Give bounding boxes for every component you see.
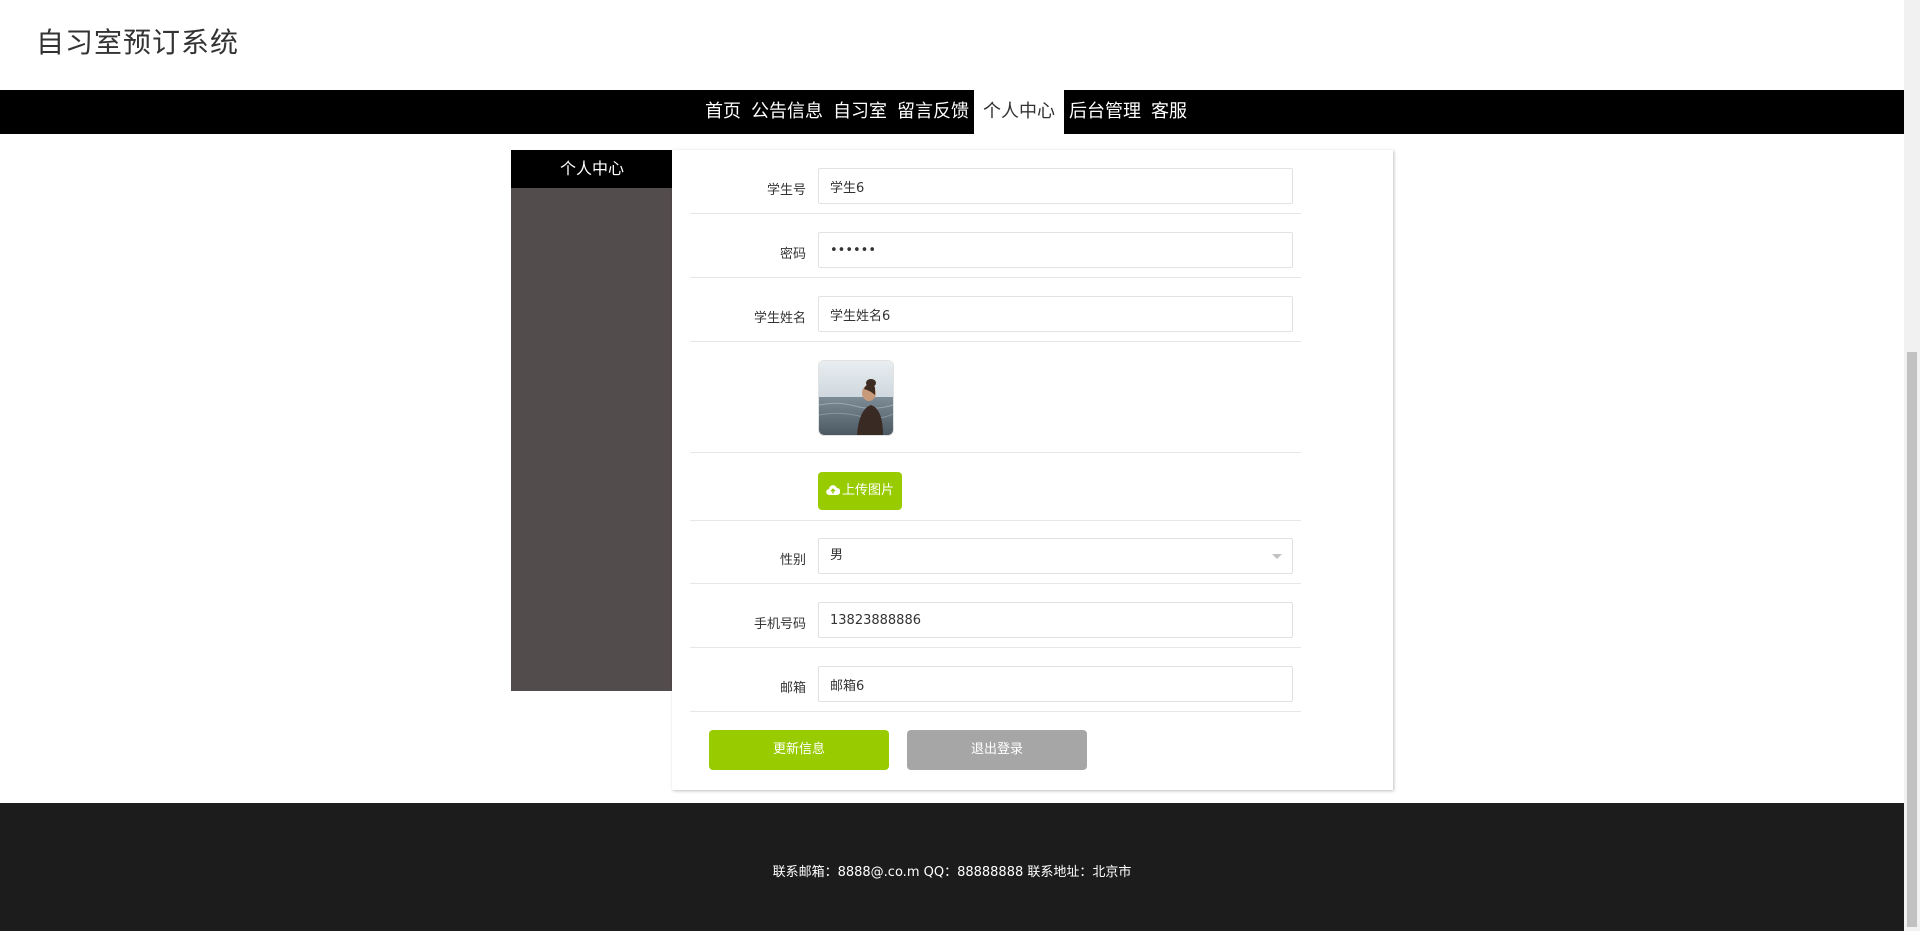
footer-contact: 联系邮箱：8888@.co.m QQ：88888888 联系地址：北京市 xyxy=(772,865,1132,880)
update-info-button[interactable]: 更新信息 xyxy=(709,730,889,770)
scrollbar-thumb[interactable] xyxy=(1907,352,1917,927)
phone-label: 手机号码 xyxy=(753,617,806,632)
footer: 联系邮箱：8888@.co.m QQ：88888888 联系地址：北京市 xyxy=(0,803,1904,931)
sidebar-title[interactable]: 个人中心 xyxy=(511,150,673,188)
student-no-row: 学生号 xyxy=(690,168,1301,214)
chevron-down-icon xyxy=(1272,554,1282,559)
page: 自习室预订系统 首页 公告信息 自习室 留言反馈 个人中心 后台管理 客服 个人… xyxy=(0,0,1920,931)
upload-image-button[interactable]: 上传图片 xyxy=(818,472,902,510)
student-name-row: 学生姓名 xyxy=(690,296,1301,342)
gender-select[interactable]: 男 xyxy=(818,538,1293,574)
main-nav: 首页 公告信息 自习室 留言反馈 个人中心 后台管理 客服 xyxy=(0,90,1904,134)
nav-item-notices[interactable]: 公告信息 xyxy=(746,90,828,134)
phone-row: 手机号码 xyxy=(690,602,1301,648)
gender-label: 性别 xyxy=(779,553,806,568)
page-scrollbar[interactable] xyxy=(1904,0,1920,931)
password-row: 密码 xyxy=(690,232,1301,278)
password-label: 密码 xyxy=(779,247,806,262)
nav-item-feedback[interactable]: 留言反馈 xyxy=(892,90,974,134)
nav-item-admin[interactable]: 后台管理 xyxy=(1064,90,1146,134)
logout-button[interactable]: 退出登录 xyxy=(907,730,1087,770)
site-header: 自习室预订系统 xyxy=(0,0,1904,90)
nav-item-home[interactable]: 首页 xyxy=(700,90,746,134)
email-input[interactable] xyxy=(818,666,1293,702)
password-input[interactable] xyxy=(818,232,1293,268)
student-no-label: 学生号 xyxy=(766,183,806,198)
student-name-input[interactable] xyxy=(818,296,1293,332)
student-name-label: 学生姓名 xyxy=(753,311,806,326)
nav-items: 首页 公告信息 自习室 留言反馈 个人中心 后台管理 客服 xyxy=(700,90,1192,134)
email-row: 邮箱 xyxy=(690,666,1301,712)
avatar-row xyxy=(690,342,1301,453)
student-no-input[interactable] xyxy=(818,168,1293,204)
sidebar: 个人中心 xyxy=(511,150,673,691)
nav-item-personal-center[interactable]: 个人中心 xyxy=(974,90,1064,134)
phone-input[interactable] xyxy=(818,602,1293,638)
cloud-upload-icon xyxy=(826,485,841,496)
nav-item-customer-service[interactable]: 客服 xyxy=(1146,90,1192,134)
gender-value: 男 xyxy=(830,548,844,563)
email-label: 邮箱 xyxy=(779,681,806,696)
profile-form: 学生号 密码 学生姓名 xyxy=(672,150,1393,790)
upload-row: 上传图片 xyxy=(690,453,1301,521)
site-title: 自习室预订系统 xyxy=(36,26,240,59)
profile-photo-icon xyxy=(819,361,893,435)
nav-item-study-rooms[interactable]: 自习室 xyxy=(828,90,892,134)
upload-image-label: 上传图片 xyxy=(841,483,894,498)
avatar xyxy=(818,360,894,436)
gender-row: 性别 男 xyxy=(690,538,1301,584)
